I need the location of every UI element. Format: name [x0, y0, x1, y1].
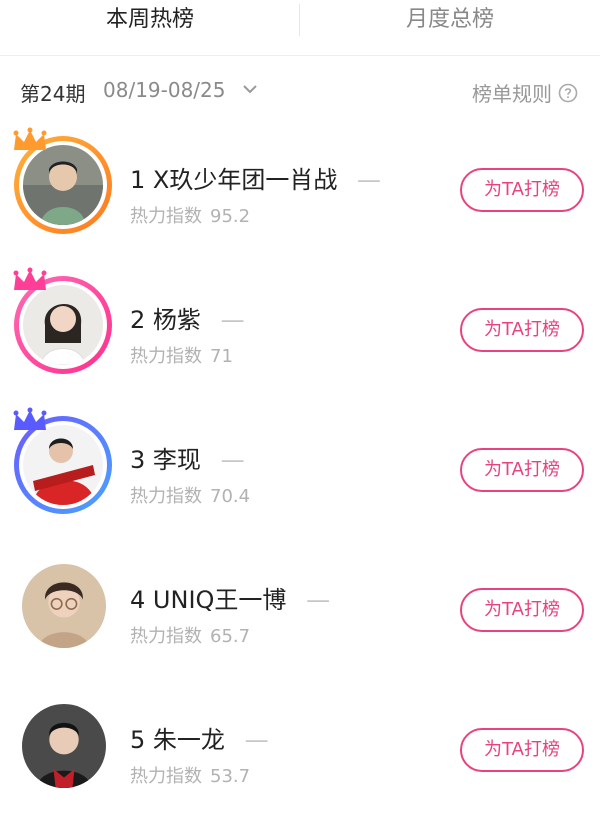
- rank-number: 4: [130, 586, 146, 614]
- star-name: 李现: [152, 446, 201, 474]
- crown-icon: [13, 407, 47, 430]
- question-circle-icon: [558, 83, 578, 102]
- heat-label: 热力指数: [130, 626, 202, 647]
- avatar-photo: [23, 285, 103, 365]
- vote-button[interactable]: 为TA打榜: [460, 448, 584, 492]
- list-item: 1 X玖少年团一肖战 — 热力指数 95.2 为TA打榜: [0, 118, 600, 258]
- vote-button[interactable]: 为TA打榜: [460, 308, 584, 352]
- list-item: 4 UNIQ王一博 — 热力指数 65.7 为TA打榜: [0, 538, 600, 678]
- star-name: X玖少年团一肖战: [152, 166, 338, 194]
- list-item: 2 杨紫 — 热力指数 71 为TA打榜: [0, 258, 600, 398]
- star-name: 杨紫: [152, 306, 201, 334]
- period-label: 第24期: [20, 82, 86, 106]
- rules-label: 榜单规则: [472, 82, 552, 106]
- tab-divider: [299, 4, 300, 36]
- crown-icon: [13, 127, 47, 150]
- tab-weekly[interactable]: 本周热榜: [0, 0, 300, 40]
- rank-list: 1 X玖少年团一肖战 — 热力指数 95.2 为TA打榜 2 杨紫 — 热力指数…: [0, 118, 600, 818]
- entry-name: 4 UNIQ王一博 —: [130, 580, 330, 615]
- tab-monthly[interactable]: 月度总榜: [300, 0, 600, 40]
- avatar-photo: [23, 425, 103, 505]
- heat-value: 65.7: [210, 626, 251, 647]
- trend-indicator: —: [306, 586, 331, 614]
- avatar[interactable]: [13, 127, 112, 234]
- avatar[interactable]: [22, 564, 106, 648]
- trend-indicator: —: [357, 166, 382, 194]
- rank-number: 5: [130, 726, 146, 754]
- heat-value: 95.2: [210, 206, 251, 227]
- vote-button[interactable]: 为TA打榜: [460, 728, 584, 772]
- star-name: UNIQ王一博: [152, 586, 287, 614]
- avatar[interactable]: [13, 267, 112, 374]
- heat-index: 热力指数 71: [130, 342, 233, 368]
- heat-index: 热力指数 53.7: [130, 762, 250, 788]
- heat-label: 热力指数: [130, 206, 202, 227]
- star-name: 朱一龙: [152, 726, 225, 754]
- chevron-down-icon[interactable]: [240, 79, 260, 99]
- list-item: 5 朱一龙 — 热力指数 53.7 为TA打榜: [0, 678, 600, 818]
- rank-number: 3: [130, 446, 146, 474]
- list-item: 3 李现 — 热力指数 70.4 为TA打榜: [0, 398, 600, 538]
- entry-name: 5 朱一龙 —: [130, 720, 269, 755]
- tab-bar: 本周热榜 月度总榜: [0, 0, 600, 56]
- avatar-photo: [23, 145, 103, 225]
- heat-value: 53.7: [210, 766, 251, 787]
- period-bar: 第24期 08/19-08/25 榜单规则: [0, 64, 600, 116]
- heat-index: 热力指数 70.4: [130, 482, 250, 508]
- rank-number: 1: [130, 166, 146, 194]
- heat-label: 热力指数: [130, 486, 202, 507]
- rules-link[interactable]: 榜单规则: [472, 78, 578, 107]
- vote-button[interactable]: 为TA打榜: [460, 168, 584, 212]
- heat-label: 热力指数: [130, 766, 202, 787]
- entry-name: 1 X玖少年团一肖战 —: [130, 160, 381, 195]
- vote-button[interactable]: 为TA打榜: [460, 588, 584, 632]
- rank-number: 2: [130, 306, 146, 334]
- heat-index: 热力指数 95.2: [130, 202, 250, 228]
- heat-value: 70.4: [210, 486, 251, 507]
- entry-name: 2 杨紫 —: [130, 300, 245, 335]
- trend-indicator: —: [220, 306, 245, 334]
- heat-index: 热力指数 65.7: [130, 622, 250, 648]
- crown-icon: [13, 267, 47, 290]
- entry-name: 3 李现 —: [130, 440, 245, 475]
- trend-indicator: —: [244, 726, 269, 754]
- trend-indicator: —: [220, 446, 245, 474]
- heat-value: 71: [210, 346, 233, 367]
- avatar[interactable]: [13, 407, 112, 514]
- avatar[interactable]: [22, 704, 106, 788]
- heat-label: 热力指数: [130, 346, 202, 367]
- period-dates[interactable]: 08/19-08/25: [103, 78, 226, 102]
